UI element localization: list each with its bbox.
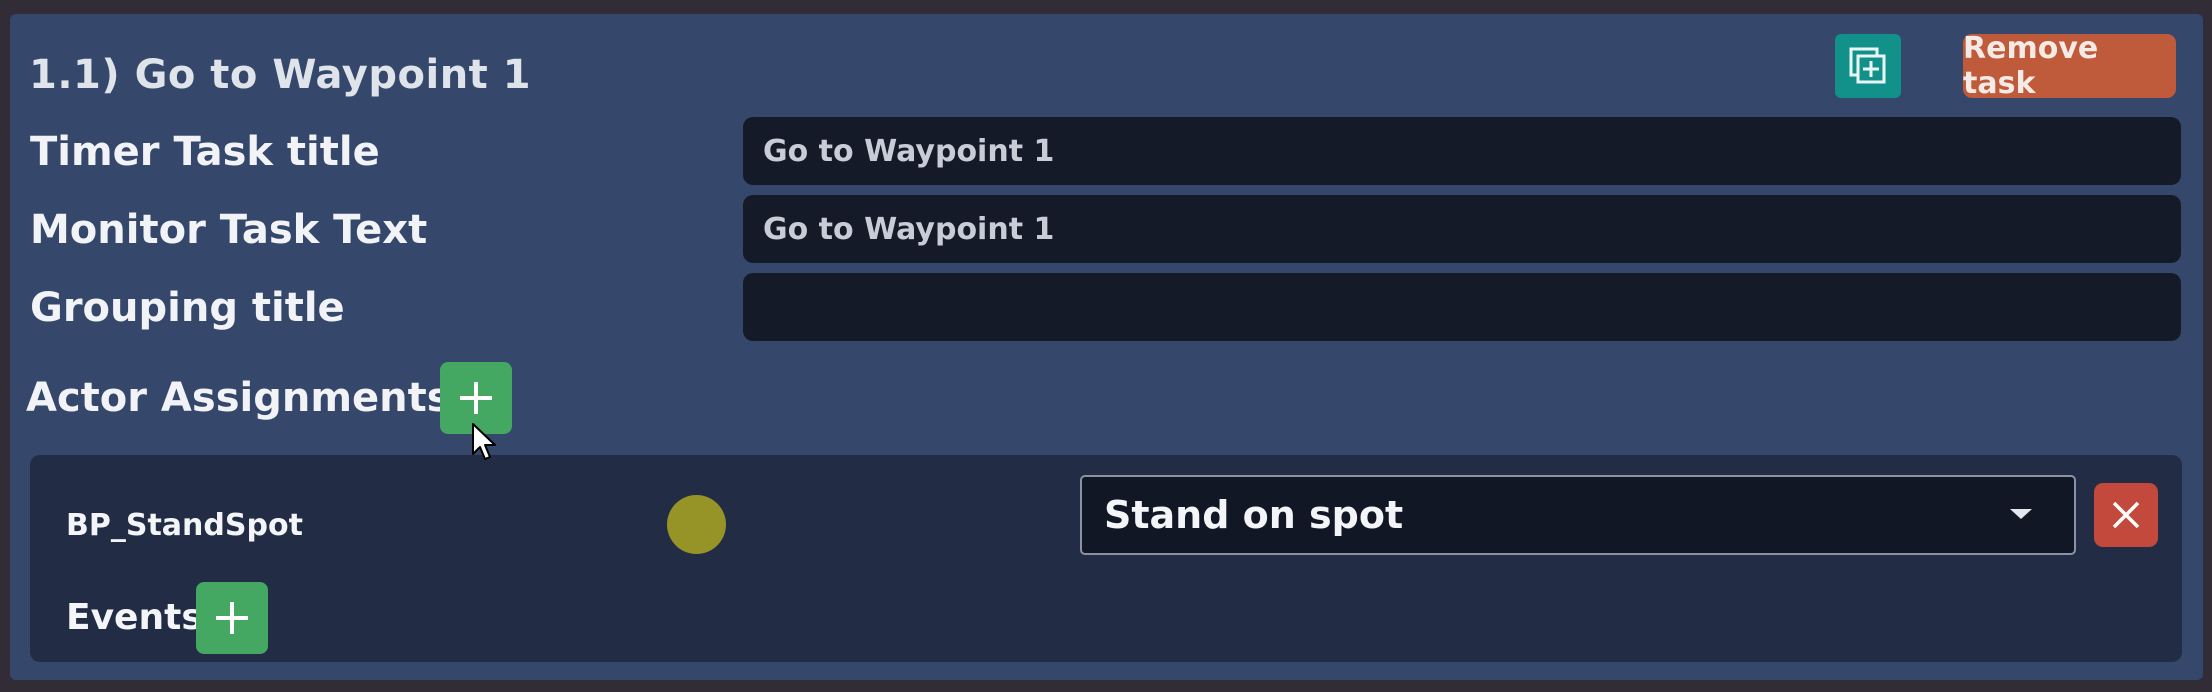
monitor-task-text-input[interactable] xyxy=(743,195,2181,263)
add-event-button[interactable] xyxy=(196,582,268,654)
grouping-title-input[interactable] xyxy=(743,273,2181,341)
action-select[interactable]: Stand on spot xyxy=(1080,475,2076,555)
actor-status-dot xyxy=(667,495,726,554)
timer-task-title-label: Timer Task title xyxy=(30,129,380,175)
actor-assignments-label: Actor Assignments xyxy=(26,375,451,421)
events-label: Events xyxy=(66,597,203,638)
duplicate-task-button[interactable] xyxy=(1835,34,1901,98)
action-select-value: Stand on spot xyxy=(1104,493,1404,537)
remove-actor-button[interactable] xyxy=(2094,483,2158,547)
duplicate-add-icon xyxy=(1849,47,1886,84)
plus-icon xyxy=(460,382,492,414)
task-heading: 1.1) Go to Waypoint 1 xyxy=(29,52,532,98)
chevron-down-icon xyxy=(2010,509,2032,519)
close-icon xyxy=(2112,501,2140,529)
actor-name: BP_StandSpot xyxy=(66,508,303,543)
monitor-task-text-label: Monitor Task Text xyxy=(30,207,428,253)
remove-task-button[interactable]: Remove task xyxy=(1963,31,2176,101)
actor-assignment-card: BP_StandSpot Stand on spot Events xyxy=(30,455,2182,662)
plus-icon xyxy=(216,602,248,634)
mouse-cursor-icon xyxy=(471,422,499,468)
timer-task-title-input[interactable] xyxy=(743,117,2181,185)
grouping-title-label: Grouping title xyxy=(30,285,345,331)
task-panel: 1.1) Go to Waypoint 1 Remove task Timer … xyxy=(10,14,2203,680)
